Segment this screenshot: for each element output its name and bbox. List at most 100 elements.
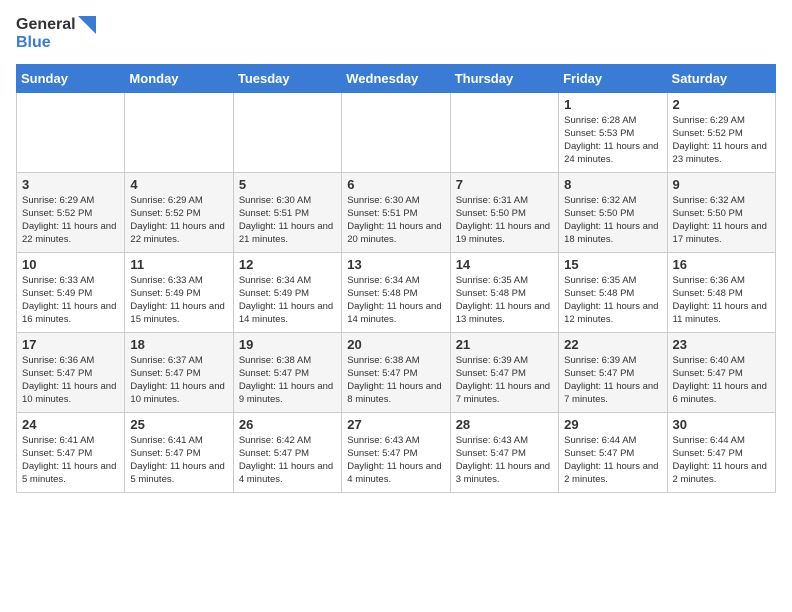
calendar-cell: 16 Sunrise: 6:36 AM Sunset: 5:48 PM Dayli… — [667, 252, 775, 332]
day-number: 24 — [22, 417, 119, 432]
calendar-cell: 18 Sunrise: 6:37 AM Sunset: 5:47 PM Dayli… — [125, 332, 233, 412]
day-info: Sunrise: 6:37 AM Sunset: 5:47 PM Dayligh… — [130, 354, 227, 407]
day-info: Sunrise: 6:33 AM Sunset: 5:49 PM Dayligh… — [130, 274, 227, 327]
day-info: Sunrise: 6:35 AM Sunset: 5:48 PM Dayligh… — [564, 274, 661, 327]
calendar-cell: 12Sunrise: 6:34 AM Sunset: 5:49 PM Dayli… — [233, 252, 341, 332]
logo-wordmark: General Blue — [16, 16, 96, 52]
day-header-thursday: Thursday — [450, 64, 558, 92]
calendar-cell: 15 Sunrise: 6:35 AM Sunset: 5:48 PM Dayli… — [559, 252, 667, 332]
day-info: Sunrise: 6:42 AM Sunset: 5:47 PM Dayligh… — [239, 434, 336, 487]
day-info: Sunrise: 6:36 AM Sunset: 5:47 PM Dayligh… — [22, 354, 119, 407]
day-info: Sunrise: 6:43 AM Sunset: 5:47 PM Dayligh… — [456, 434, 553, 487]
calendar-cell: 7 Sunrise: 6:31 AM Sunset: 5:50 PM Daylig… — [450, 172, 558, 252]
day-info: Sunrise: 6:44 AM Sunset: 5:47 PM Dayligh… — [673, 434, 770, 487]
day-info: Sunrise: 6:44 AM Sunset: 5:47 PM Dayligh… — [564, 434, 661, 487]
day-info: Sunrise: 6:33 AM Sunset: 5:49 PM Dayligh… — [22, 274, 119, 327]
calendar-cell: 22 Sunrise: 6:39 AM Sunset: 5:47 PM Dayli… — [559, 332, 667, 412]
day-header-sunday: Sunday — [17, 64, 125, 92]
day-number: 19 — [239, 337, 336, 352]
day-header-friday: Friday — [559, 64, 667, 92]
calendar-cell: 23 Sunrise: 6:40 AM Sunset: 5:47 PM Dayli… — [667, 332, 775, 412]
day-info: Sunrise: 6:41 AM Sunset: 5:47 PM Dayligh… — [22, 434, 119, 487]
logo: General Blue — [16, 16, 96, 52]
calendar-cell: 29 Sunrise: 6:44 AM Sunset: 5:47 PM Dayli… — [559, 412, 667, 492]
day-number: 4 — [130, 177, 227, 192]
day-number: 30 — [673, 417, 770, 432]
calendar-cell: 13Sunrise: 6:34 AM Sunset: 5:48 PM Dayli… — [342, 252, 450, 332]
day-info: Sunrise: 6:38 AM Sunset: 5:47 PM Dayligh… — [239, 354, 336, 407]
day-number: 26 — [239, 417, 336, 432]
day-number: 7 — [456, 177, 553, 192]
calendar-cell — [125, 92, 233, 172]
day-number: 23 — [673, 337, 770, 352]
day-info: Sunrise: 6:40 AM Sunset: 5:47 PM Dayligh… — [673, 354, 770, 407]
calendar-cell: 1 Sunrise: 6:28 AM Sunset: 5:53 PM Daylig… — [559, 92, 667, 172]
day-number: 1 — [564, 97, 661, 112]
day-number: 2 — [673, 97, 770, 112]
calendar-cell: 25 Sunrise: 6:41 AM Sunset: 5:47 PM Dayli… — [125, 412, 233, 492]
day-number: 25 — [130, 417, 227, 432]
day-number: 12 — [239, 257, 336, 272]
day-info: Sunrise: 6:38 AM Sunset: 5:47 PM Dayligh… — [347, 354, 444, 407]
day-number: 27 — [347, 417, 444, 432]
week-row-5: 24 Sunrise: 6:41 AM Sunset: 5:47 PM Dayli… — [17, 412, 776, 492]
day-info: Sunrise: 6:30 AM Sunset: 5:51 PM Dayligh… — [239, 194, 336, 247]
day-info: Sunrise: 6:39 AM Sunset: 5:47 PM Dayligh… — [564, 354, 661, 407]
calendar-cell: 8 Sunrise: 6:32 AM Sunset: 5:50 PM Daylig… — [559, 172, 667, 252]
day-number: 15 — [564, 257, 661, 272]
day-info: Sunrise: 6:35 AM Sunset: 5:48 PM Dayligh… — [456, 274, 553, 327]
calendar-cell: 20 Sunrise: 6:38 AM Sunset: 5:47 PM Dayli… — [342, 332, 450, 412]
week-row-1: 1 Sunrise: 6:28 AM Sunset: 5:53 PM Daylig… — [17, 92, 776, 172]
calendar-cell: 5 Sunrise: 6:30 AM Sunset: 5:51 PM Daylig… — [233, 172, 341, 252]
day-info: Sunrise: 6:29 AM Sunset: 5:52 PM Dayligh… — [673, 114, 770, 167]
day-info: Sunrise: 6:32 AM Sunset: 5:50 PM Dayligh… — [673, 194, 770, 247]
day-number: 21 — [456, 337, 553, 352]
day-number: 11 — [130, 257, 227, 272]
calendar-table: SundayMondayTuesdayWednesdayThursdayFrid… — [16, 64, 776, 493]
day-info: Sunrise: 6:41 AM Sunset: 5:47 PM Dayligh… — [130, 434, 227, 487]
day-header-saturday: Saturday — [667, 64, 775, 92]
days-header-row: SundayMondayTuesdayWednesdayThursdayFrid… — [17, 64, 776, 92]
day-info: Sunrise: 6:39 AM Sunset: 5:47 PM Dayligh… — [456, 354, 553, 407]
week-row-3: 10Sunrise: 6:33 AM Sunset: 5:49 PM Dayli… — [17, 252, 776, 332]
day-info: Sunrise: 6:29 AM Sunset: 5:52 PM Dayligh… — [130, 194, 227, 247]
day-info: Sunrise: 6:36 AM Sunset: 5:48 PM Dayligh… — [673, 274, 770, 327]
day-number: 17 — [22, 337, 119, 352]
calendar-cell: 19 Sunrise: 6:38 AM Sunset: 5:47 PM Dayli… — [233, 332, 341, 412]
day-number: 16 — [673, 257, 770, 272]
day-number: 6 — [347, 177, 444, 192]
day-number: 8 — [564, 177, 661, 192]
week-row-4: 17 Sunrise: 6:36 AM Sunset: 5:47 PM Dayli… — [17, 332, 776, 412]
day-info: Sunrise: 6:30 AM Sunset: 5:51 PM Dayligh… — [347, 194, 444, 247]
calendar-cell: 6 Sunrise: 6:30 AM Sunset: 5:51 PM Daylig… — [342, 172, 450, 252]
day-info: Sunrise: 6:34 AM Sunset: 5:48 PM Dayligh… — [347, 274, 444, 327]
day-info: Sunrise: 6:43 AM Sunset: 5:47 PM Dayligh… — [347, 434, 444, 487]
calendar-cell: 10Sunrise: 6:33 AM Sunset: 5:49 PM Dayli… — [17, 252, 125, 332]
calendar-cell: 24 Sunrise: 6:41 AM Sunset: 5:47 PM Dayli… — [17, 412, 125, 492]
day-info: Sunrise: 6:29 AM Sunset: 5:52 PM Dayligh… — [22, 194, 119, 247]
page-header: General Blue — [16, 16, 776, 52]
calendar-cell: 4 Sunrise: 6:29 AM Sunset: 5:52 PM Daylig… — [125, 172, 233, 252]
day-number: 22 — [564, 337, 661, 352]
logo-arrow-icon — [78, 16, 96, 34]
calendar-cell: 26 Sunrise: 6:42 AM Sunset: 5:47 PM Dayli… — [233, 412, 341, 492]
calendar-cell: 17 Sunrise: 6:36 AM Sunset: 5:47 PM Dayli… — [17, 332, 125, 412]
day-info: Sunrise: 6:28 AM Sunset: 5:53 PM Dayligh… — [564, 114, 661, 167]
day-number: 28 — [456, 417, 553, 432]
day-number: 5 — [239, 177, 336, 192]
day-number: 29 — [564, 417, 661, 432]
logo-blue-text: Blue — [16, 34, 96, 52]
day-number: 20 — [347, 337, 444, 352]
calendar-cell — [450, 92, 558, 172]
calendar-cell: 2 Sunrise: 6:29 AM Sunset: 5:52 PM Daylig… — [667, 92, 775, 172]
calendar-cell — [17, 92, 125, 172]
day-info: Sunrise: 6:32 AM Sunset: 5:50 PM Dayligh… — [564, 194, 661, 247]
calendar-cell: 14Sunrise: 6:35 AM Sunset: 5:48 PM Dayli… — [450, 252, 558, 332]
day-info: Sunrise: 6:31 AM Sunset: 5:50 PM Dayligh… — [456, 194, 553, 247]
calendar-cell: 28 Sunrise: 6:43 AM Sunset: 5:47 PM Dayli… — [450, 412, 558, 492]
calendar-cell: 9Sunrise: 6:32 AM Sunset: 5:50 PM Daylig… — [667, 172, 775, 252]
day-number: 18 — [130, 337, 227, 352]
day-header-tuesday: Tuesday — [233, 64, 341, 92]
logo-general-text: General — [16, 16, 76, 34]
calendar-cell: 21 Sunrise: 6:39 AM Sunset: 5:47 PM Dayli… — [450, 332, 558, 412]
